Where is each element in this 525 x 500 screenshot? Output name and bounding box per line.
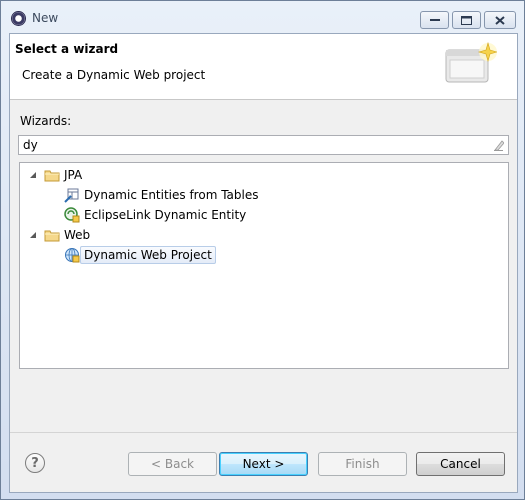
tree-node-eclipselink-entity[interactable]: EclipseLink Dynamic Entity — [64, 205, 246, 225]
minimize-icon — [429, 19, 440, 21]
eclipselink-entity-icon — [64, 207, 80, 223]
tree-node-jpa[interactable]: JPA — [28, 165, 82, 185]
finish-button[interactable]: Finish — [318, 452, 407, 476]
close-button[interactable] — [484, 11, 516, 29]
expanded-triangle-icon[interactable] — [28, 230, 38, 240]
clear-filter-icon[interactable] — [492, 139, 504, 151]
tree-node-label: EclipseLink Dynamic Entity — [84, 208, 247, 222]
tree-node-label: Dynamic Web Project — [80, 246, 216, 264]
wizards-label: Wizards: — [20, 114, 72, 128]
title-bar[interactable]: New — [1, 1, 524, 33]
wizard-banner-icon — [445, 41, 497, 83]
help-button[interactable]: ? — [25, 453, 45, 473]
tree-node-dynamic-entities[interactable]: Dynamic Entities from Tables — [64, 185, 258, 205]
wizard-description: Create a Dynamic Web project — [22, 68, 206, 82]
cancel-button[interactable]: Cancel — [416, 452, 505, 476]
folder-icon — [44, 227, 60, 243]
window-title: New — [32, 11, 59, 25]
expanded-triangle-icon[interactable] — [28, 170, 38, 180]
help-icon: ? — [31, 455, 39, 471]
tree-node-label: Web — [64, 228, 91, 242]
eclipse-app-icon — [11, 11, 26, 26]
new-wizard-window: New Select a wizard Create a Dynamic Web… — [0, 0, 525, 500]
tree-node-label: JPA — [64, 168, 83, 182]
wizard-header: Select a wizard Create a Dynamic Web pro… — [10, 34, 517, 100]
button-bar-separator — [10, 432, 517, 433]
tree-node-dynamic-web-project[interactable]: Dynamic Web Project — [64, 245, 216, 265]
tree-node-label: Dynamic Entities from Tables — [84, 188, 259, 202]
close-icon — [495, 15, 505, 25]
wizard-title: Select a wizard — [15, 42, 119, 56]
web-project-icon — [64, 247, 80, 263]
wizard-tree[interactable]: JPA Dynamic Entities from Tables Eclipse… — [19, 162, 509, 369]
maximize-icon — [461, 15, 472, 25]
filter-text: dy — [23, 138, 38, 152]
folder-icon — [44, 167, 60, 183]
back-button[interactable]: < Back — [128, 452, 217, 476]
minimize-button[interactable] — [420, 11, 449, 29]
next-button[interactable]: Next > — [219, 452, 308, 476]
wizard-filter-input[interactable]: dy — [18, 135, 509, 155]
tree-node-web[interactable]: Web — [28, 225, 90, 245]
maximize-button[interactable] — [452, 11, 481, 29]
dialog-client-area: Select a wizard Create a Dynamic Web pro… — [9, 33, 518, 493]
entities-from-tables-icon — [64, 187, 80, 203]
